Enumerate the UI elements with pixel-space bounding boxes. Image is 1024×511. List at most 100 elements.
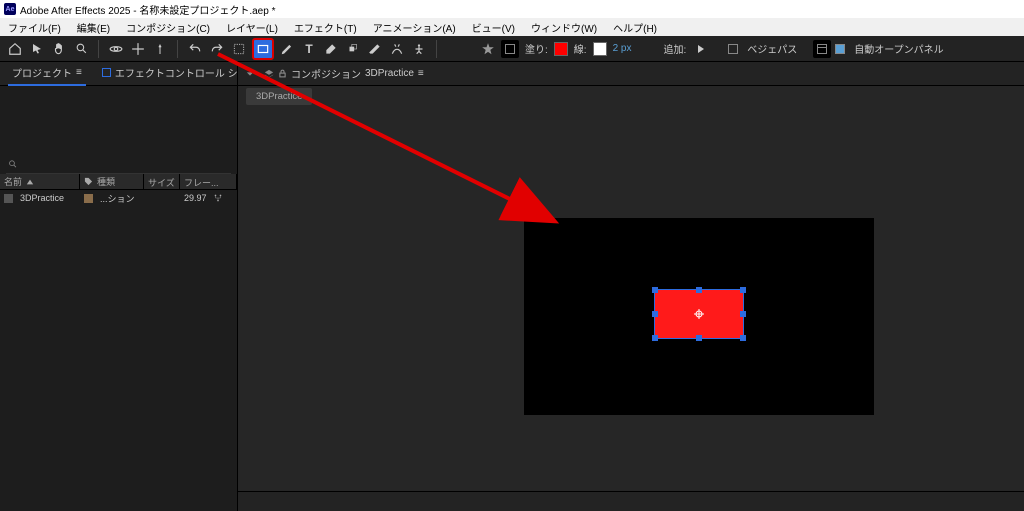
toolbar-separator xyxy=(98,40,99,58)
star-icon[interactable] xyxy=(479,40,497,58)
main-area: プロジェクト ≡ エフェクトコントロール シェイプレイヤ » 名前 種類 サイズ… xyxy=(0,62,1024,511)
project-empty-area xyxy=(0,206,237,511)
handle-top-mid[interactable] xyxy=(696,287,702,293)
handle-mid-right[interactable] xyxy=(740,311,746,317)
fill-color-swatch[interactable] xyxy=(554,42,568,56)
menu-help[interactable]: ヘルプ(H) xyxy=(605,20,665,35)
label-color-icon xyxy=(84,194,93,203)
menu-composition[interactable]: コンポジション(C) xyxy=(118,20,218,35)
project-row[interactable]: 3DPractice ...ション 29.97 xyxy=(0,190,237,206)
snapping-icon[interactable] xyxy=(501,40,519,58)
anchor-point-icon[interactable] xyxy=(694,309,704,319)
layers-icon xyxy=(264,69,274,79)
zoom-tool-icon[interactable] xyxy=(72,40,90,58)
stroke-width-value[interactable]: 2 px xyxy=(613,43,632,54)
viewer-tab-name: 3DPractice xyxy=(365,68,414,79)
toolbar: T 塗り: 線: 2 px 追加: ベジェパス 自動オープンパネル xyxy=(0,36,1024,62)
bezier-label: ベジェパス xyxy=(747,41,797,56)
col-rate[interactable]: フレー... xyxy=(180,174,237,189)
anchor-tool-icon[interactable] xyxy=(151,40,169,58)
stroke-label: 線: xyxy=(574,41,587,56)
viewer-footer-bar xyxy=(238,491,1024,511)
breadcrumb-comp[interactable]: 3DPractice xyxy=(246,88,312,105)
tab-menu-icon[interactable]: ≡ xyxy=(76,67,82,78)
undo-tool-icon[interactable] xyxy=(186,40,204,58)
hand-tool-icon[interactable] xyxy=(50,40,68,58)
redo-tool-icon[interactable] xyxy=(208,40,226,58)
window-title: Adobe After Effects 2025 - 名称未設定プロジェクト.a… xyxy=(20,2,275,17)
menu-edit[interactable]: 編集(E) xyxy=(69,20,118,35)
tag-icon xyxy=(84,177,93,186)
project-panel: プロジェクト ≡ エフェクトコントロール シェイプレイヤ » 名前 種類 サイズ… xyxy=(0,62,238,511)
eraser-tool-icon[interactable] xyxy=(366,40,384,58)
col-size[interactable]: サイズ xyxy=(144,174,180,189)
row-size xyxy=(144,190,180,206)
handle-bottom-mid[interactable] xyxy=(696,335,702,341)
tab-composition-viewer[interactable]: コンポジション 3DPractice ≡ xyxy=(262,62,426,85)
pen-tool-icon[interactable] xyxy=(278,40,296,58)
project-panel-tabs: プロジェクト ≡ エフェクトコントロール シェイプレイヤ » xyxy=(0,62,237,86)
handle-mid-left[interactable] xyxy=(652,311,658,317)
col-type[interactable]: 種類 xyxy=(80,174,144,189)
bezier-checkbox[interactable] xyxy=(728,44,738,54)
project-search xyxy=(6,154,231,174)
viewer-panel: コンポジション 3DPractice ≡ 3DPractice xyxy=(238,62,1024,511)
viewer-tab-menu-icon[interactable]: ≡ xyxy=(418,68,424,79)
col-name[interactable]: 名前 xyxy=(0,174,80,189)
panel-icon[interactable] xyxy=(813,40,831,58)
composition-icon xyxy=(4,194,13,203)
search-icon xyxy=(8,159,18,169)
handle-bottom-right[interactable] xyxy=(740,335,746,341)
stroke-color-swatch[interactable] xyxy=(593,42,607,56)
row-type: ...ション xyxy=(100,192,135,205)
menu-effect[interactable]: エフェクト(T) xyxy=(286,20,365,35)
composition-canvas[interactable] xyxy=(524,218,874,415)
tab-project-label: プロジェクト xyxy=(12,65,72,80)
pan-behind-tool-icon[interactable] xyxy=(129,40,147,58)
row-name: 3DPractice xyxy=(20,193,64,203)
orbit-tool-icon[interactable] xyxy=(107,40,125,58)
chevron-down-icon[interactable] xyxy=(246,70,254,78)
handle-top-right[interactable] xyxy=(740,287,746,293)
menu-layer[interactable]: レイヤー(L) xyxy=(218,20,286,35)
fill-label: 塗り: xyxy=(525,41,548,56)
rectangle-tool-icon[interactable] xyxy=(252,38,274,60)
window-titlebar: Ae Adobe After Effects 2025 - 名称未設定プロジェク… xyxy=(0,0,1024,18)
tab-project[interactable]: プロジェクト ≡ xyxy=(8,61,86,86)
clone-tool-icon[interactable] xyxy=(344,40,362,58)
selection-tool-icon[interactable] xyxy=(28,40,46,58)
project-search-input[interactable] xyxy=(16,158,231,169)
viewer-tab-prefix: コンポジション xyxy=(291,66,361,81)
brush-tool-icon[interactable] xyxy=(322,40,340,58)
viewer-tabs: コンポジション 3DPractice ≡ xyxy=(238,62,1024,86)
shape-rectangle[interactable] xyxy=(654,289,744,339)
app-icon: Ae xyxy=(4,3,16,15)
layer-color-icon xyxy=(102,68,111,77)
text-tool-icon[interactable]: T xyxy=(300,40,318,58)
flow-icon xyxy=(213,193,223,203)
menu-view[interactable]: ビュー(V) xyxy=(464,20,523,35)
toolbar-separator xyxy=(436,40,437,58)
menu-bar: ファイル(F) 編集(E) コンポジション(C) レイヤー(L) エフェクト(T… xyxy=(0,18,1024,36)
home-tool-icon[interactable] xyxy=(6,40,24,58)
sort-asc-icon xyxy=(26,178,34,186)
menu-animation[interactable]: アニメーション(A) xyxy=(365,20,464,35)
add-play-icon[interactable] xyxy=(692,40,710,58)
project-body xyxy=(0,86,237,154)
handle-bottom-left[interactable] xyxy=(652,335,658,341)
toolbar-separator xyxy=(177,40,178,58)
project-columns-header: 名前 種類 サイズ フレー... xyxy=(0,174,237,190)
snap-tool-icon[interactable] xyxy=(230,40,248,58)
autoopen-label: 自動オープンパネル xyxy=(854,41,943,56)
menu-window[interactable]: ウィンドウ(W) xyxy=(523,20,605,35)
menu-file[interactable]: ファイル(F) xyxy=(0,20,69,35)
lock-icon xyxy=(278,69,287,78)
handle-top-left[interactable] xyxy=(652,287,658,293)
row-rate: 29.97 xyxy=(184,193,207,203)
viewer-breadcrumb: 3DPractice xyxy=(238,86,1024,108)
add-label: 追加: xyxy=(663,41,686,56)
puppet-tool-icon[interactable] xyxy=(410,40,428,58)
viewer-stage[interactable] xyxy=(238,108,1024,511)
roto-tool-icon[interactable] xyxy=(388,40,406,58)
autoopen-checkbox[interactable] xyxy=(835,44,845,54)
